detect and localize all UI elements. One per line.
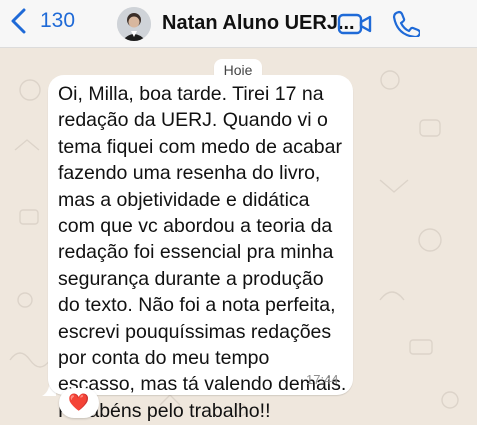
- contact-name[interactable]: Natan Aluno UERJ...: [162, 12, 355, 35]
- back-button[interactable]: 130: [10, 8, 75, 34]
- avatar[interactable]: [117, 7, 151, 41]
- message-time: 17:44: [306, 372, 339, 387]
- chat-header: 130 Natan Aluno UERJ...: [0, 0, 477, 48]
- chevron-left-icon: [11, 8, 26, 34]
- phone-icon[interactable]: [392, 9, 420, 37]
- message-text: Oi, Milla, boa tarde. Tirei 17 na redaçã…: [58, 83, 347, 422]
- heart-reaction[interactable]: ❤️: [59, 388, 99, 418]
- unread-count: 130: [40, 9, 76, 32]
- video-call-icon[interactable]: [337, 12, 373, 36]
- heart-icon: ❤️: [68, 393, 90, 412]
- avatar-image: [117, 7, 151, 41]
